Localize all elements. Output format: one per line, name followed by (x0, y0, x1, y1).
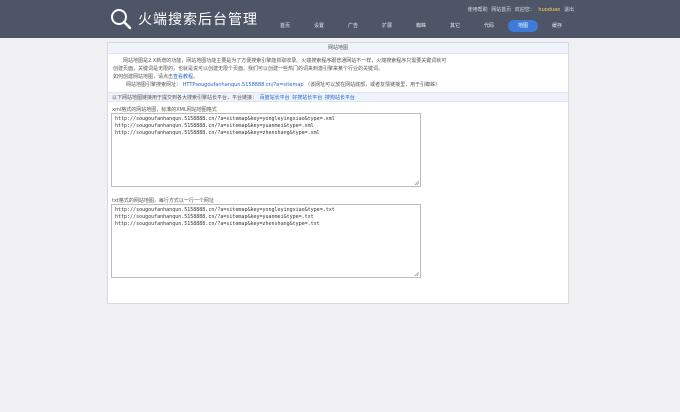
xml-url-line: http://sougoufanhanqun.5158888.cn/?a=sit… (115, 123, 314, 129)
search-logo-icon (111, 9, 132, 30)
xml-url-line: http://sougoufanhanqun.5158888.cn/?a=sit… (115, 116, 335, 122)
home-link[interactable]: 网站首页 (491, 7, 511, 13)
submit-label: 以下网站地图链接用于提交到各大搜索引擎站长平台，平台链接： (112, 95, 258, 101)
logout-link[interactable]: 退出 (564, 7, 574, 13)
tutorial-link[interactable]: 查看教程 (173, 74, 193, 80)
sitemap-panel: 网站地图 网站地图是2.X新增的功能，网站地图功能主要是为了方便搜索引擎能抓取收… (107, 42, 569, 304)
sitemap-url-link[interactable]: HTTPsougoufanhanqun.5158888.cn/?a=sitema… (183, 82, 304, 88)
username[interactable]: huoduan (538, 7, 560, 13)
help-link[interactable]: 使用帮助 (468, 7, 488, 13)
nav-other[interactable]: 其它 (440, 20, 470, 32)
intro-line-2: 创建页面，关键词是无限的，也就是说可以创建无限个页面。我们可以创建一些热门的词来… (113, 66, 384, 72)
sitemap-address: 网站地图引擎搜索网址： HTTPsougoufanhanqun.5158888.… (108, 81, 568, 89)
xml-sitemap-textarea[interactable]: http://sougoufanhanqun.5158888.cn/?a=sit… (111, 113, 421, 187)
baidu-platform-link[interactable]: 百度站长平台 (260, 95, 290, 101)
intro-line-3-end: 。 (193, 74, 199, 80)
intro-line-3: 如何创建网站地图，请点击查看教程。 (113, 73, 563, 81)
resize-handle-icon[interactable] (414, 180, 419, 185)
sogou-platform-link[interactable]: 搜狗站长平台 (325, 95, 355, 101)
nav-ads[interactable]: 广告 (338, 20, 368, 32)
address-note: （该网址可以放在网站底部，或者友情链接里，用于引蜘蛛） (305, 82, 441, 88)
txt-url-line: http://sougoufanhanqun.5158888.cn/?a=sit… (115, 221, 320, 227)
nav-code[interactable]: 代码 (474, 20, 504, 32)
app-title: 火端搜索后台管理 (138, 12, 258, 28)
intro-text: 网站地图是2.X新增的功能，网站地图功能主要是为了方便搜索引擎能抓取收录。火端搜… (108, 54, 568, 81)
nav-cache[interactable]: 缓存 (542, 20, 572, 32)
address-label: 网站地图引擎搜索网址： (126, 82, 182, 88)
user-bar: 使用帮助 网站首页 欢迎您： huoduan 退出 (466, 6, 574, 13)
xml-url-line: http://sougoufanhanqun.5158888.cn/?a=sit… (115, 130, 320, 136)
nav-settings[interactable]: 设置 (304, 20, 334, 32)
nav-sitemap[interactable]: 地图 (508, 20, 538, 32)
nav-spider[interactable]: 蜘蛛 (406, 20, 436, 32)
main-nav: 首页 设置 广告 扩展 蜘蛛 其它 代码 地图 缓存 (270, 20, 576, 32)
txt-sitemap-textarea[interactable]: http://sougoufanhanqun.5158888.cn/?a=sit… (111, 204, 421, 278)
nav-home[interactable]: 首页 (270, 20, 300, 32)
txt-sitemap-label: txt格式的网站地图，每行方式以一行一个网址 (112, 198, 214, 204)
txt-url-line: http://sougoufanhanqun.5158888.cn/?a=sit… (115, 207, 335, 213)
resize-handle-icon[interactable] (414, 271, 419, 276)
logo[interactable]: 火端搜索后台管理 (110, 8, 258, 30)
nav-extend[interactable]: 扩展 (372, 20, 402, 32)
haosou-platform-link[interactable]: 好搜站长平台 (292, 95, 322, 101)
panel-title: 网站地图 (108, 43, 568, 54)
submit-platforms-bar: 以下网站地图链接用于提交到各大搜索引擎站长平台，平台链接： 百度站长平台 好搜站… (108, 92, 568, 102)
welcome-text: 欢迎您： (514, 7, 535, 13)
intro-line-3-text: 如何创建网站地图，请点击 (113, 74, 174, 80)
intro-line-1: 网站地图是2.X新增的功能，网站地图功能主要是为了方便搜索引擎能抓取收录。火端搜… (123, 58, 447, 64)
xml-sitemap-label: xml格式的网站地图，标准的XML网站地图格式 (112, 107, 217, 113)
txt-url-line: http://sougoufanhanqun.5158888.cn/?a=sit… (115, 214, 314, 220)
top-header: 火端搜索后台管理 使用帮助 网站首页 欢迎您： huoduan 退出 首页 设置… (0, 0, 680, 38)
